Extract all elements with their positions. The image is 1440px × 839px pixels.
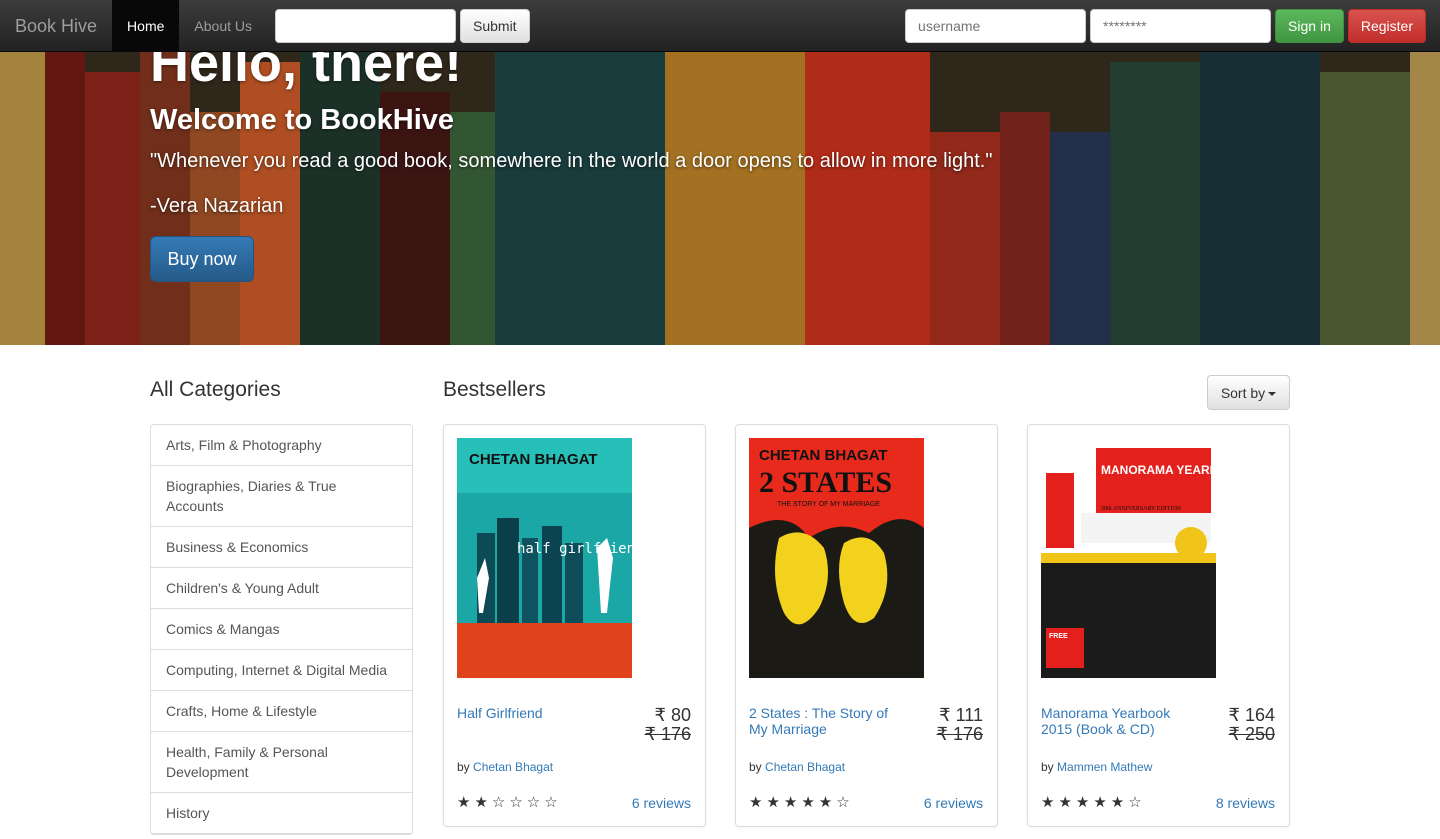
- cover-author-text: CHETAN BHAGAT: [469, 451, 598, 468]
- price-original: ₹ 176: [936, 724, 984, 744]
- author-link[interactable]: Chetan Bhagat: [473, 760, 553, 774]
- buy-now-button[interactable]: Buy now: [150, 236, 254, 282]
- nav-home[interactable]: Home: [112, 0, 180, 51]
- author-link[interactable]: Mammen Mathew: [1057, 760, 1152, 774]
- top-navbar: Book Hive Home About Us Submit Sign in R…: [0, 0, 1440, 52]
- by-label: by: [1041, 760, 1054, 774]
- search-input[interactable]: [275, 8, 456, 43]
- hero-heading: Hello, there!: [150, 52, 463, 93]
- category-item[interactable]: Business & Economics: [151, 527, 412, 568]
- submit-button[interactable]: Submit: [460, 8, 530, 43]
- book-card: CHETAN BHAGAT half girlfriend Half Girlf…: [443, 424, 706, 827]
- book-title-link[interactable]: 2 States : The Story of My Marriage: [749, 705, 909, 737]
- price-original: ₹ 250: [1228, 724, 1276, 744]
- hero-banner: Hello, there! Welcome to BookHive "Whene…: [0, 52, 1440, 345]
- book-byline: by Mammen Mathew: [1041, 760, 1152, 774]
- password-input[interactable]: [1090, 9, 1272, 43]
- cover-title-text: half girlfriend: [517, 541, 632, 557]
- rating-stars-icon: ★★★★★☆: [749, 794, 854, 811]
- reviews-link[interactable]: 6 reviews: [924, 795, 983, 811]
- book-card: MANORAMA YEARBOOK 2015 50th ANNIVERSARY …: [1027, 424, 1290, 827]
- login-form: Sign in Register: [905, 9, 1426, 43]
- category-list: Arts, Film & Photography Biographies, Di…: [150, 424, 413, 835]
- reviews-link[interactable]: 6 reviews: [632, 795, 691, 811]
- category-item[interactable]: Health, Family & Personal Development: [151, 732, 412, 793]
- cover-author-text: CHETAN BHAGAT: [759, 447, 888, 464]
- nav-about-us[interactable]: About Us: [179, 0, 267, 51]
- categories-title: All Categories: [150, 378, 281, 401]
- cover-title-text: 2 STATES: [759, 466, 892, 499]
- category-item[interactable]: Arts, Film & Photography: [151, 425, 412, 466]
- cover-subtitle-text: THE STORY OF MY MARRIAGE: [777, 501, 880, 508]
- bestsellers-title: Bestsellers: [443, 378, 546, 401]
- book-cover-2-states[interactable]: CHETAN BHAGAT 2 STATES THE STORY OF MY M…: [749, 438, 924, 678]
- book-cover-manorama-yearbook[interactable]: MANORAMA YEARBOOK 2015 50th ANNIVERSARY …: [1041, 438, 1216, 678]
- book-byline: by Chetan Bhagat: [749, 760, 845, 774]
- reviews-link[interactable]: 8 reviews: [1216, 795, 1275, 811]
- book-title-link[interactable]: Half Girlfriend: [457, 705, 617, 721]
- author-link[interactable]: Chetan Bhagat: [765, 760, 845, 774]
- book-byline: by Chetan Bhagat: [457, 760, 553, 774]
- rating-stars-icon: ★★☆☆☆☆: [457, 794, 562, 811]
- sort-by-label: Sort by: [1220, 384, 1266, 401]
- cover-title-text: MANORAMA YEARBOOK 2015: [1101, 463, 1216, 477]
- sort-by-dropdown[interactable]: Sort by: [1207, 375, 1290, 410]
- hero-quote-author: -Vera Nazarian: [150, 195, 284, 217]
- price-current: ₹ 80: [654, 705, 691, 725]
- book-card: CHETAN BHAGAT 2 STATES THE STORY OF MY M…: [735, 424, 998, 827]
- category-item[interactable]: Biographies, Diaries & True Accounts: [151, 466, 412, 527]
- price-current: ₹ 164: [1228, 705, 1276, 725]
- book-title-link[interactable]: Manorama Yearbook 2015 (Book & CD): [1041, 705, 1201, 737]
- cover-subtitle-text: 50th ANNIVERSARY EDITION: [1101, 506, 1182, 512]
- category-item[interactable]: Computing, Internet & Digital Media: [151, 650, 412, 691]
- cover-badge-text: FREE: [1049, 633, 1068, 640]
- category-item[interactable]: Children's & Young Adult: [151, 568, 412, 609]
- rating-stars-icon: ★★★★★☆: [1041, 794, 1146, 811]
- price-current: ₹ 111: [939, 705, 983, 725]
- by-label: by: [457, 760, 470, 774]
- register-button[interactable]: Register: [1347, 9, 1426, 43]
- category-item[interactable]: Crafts, Home & Lifestyle: [151, 691, 412, 732]
- category-item[interactable]: Comics & Mangas: [151, 609, 412, 650]
- category-item[interactable]: History: [151, 793, 412, 834]
- hero-subheading: Welcome to BookHive: [150, 104, 455, 136]
- brand-logo[interactable]: Book Hive: [0, 0, 112, 52]
- sign-in-button[interactable]: Sign in: [1275, 9, 1344, 43]
- by-label: by: [749, 760, 762, 774]
- book-cover-half-girlfriend[interactable]: CHETAN BHAGAT half girlfriend: [457, 438, 632, 678]
- caret-down-icon: [1268, 391, 1277, 396]
- price-original: ₹ 176: [644, 724, 692, 744]
- username-input[interactable]: [905, 9, 1087, 43]
- hero-quote: "Whenever you read a good book, somewher…: [150, 150, 993, 172]
